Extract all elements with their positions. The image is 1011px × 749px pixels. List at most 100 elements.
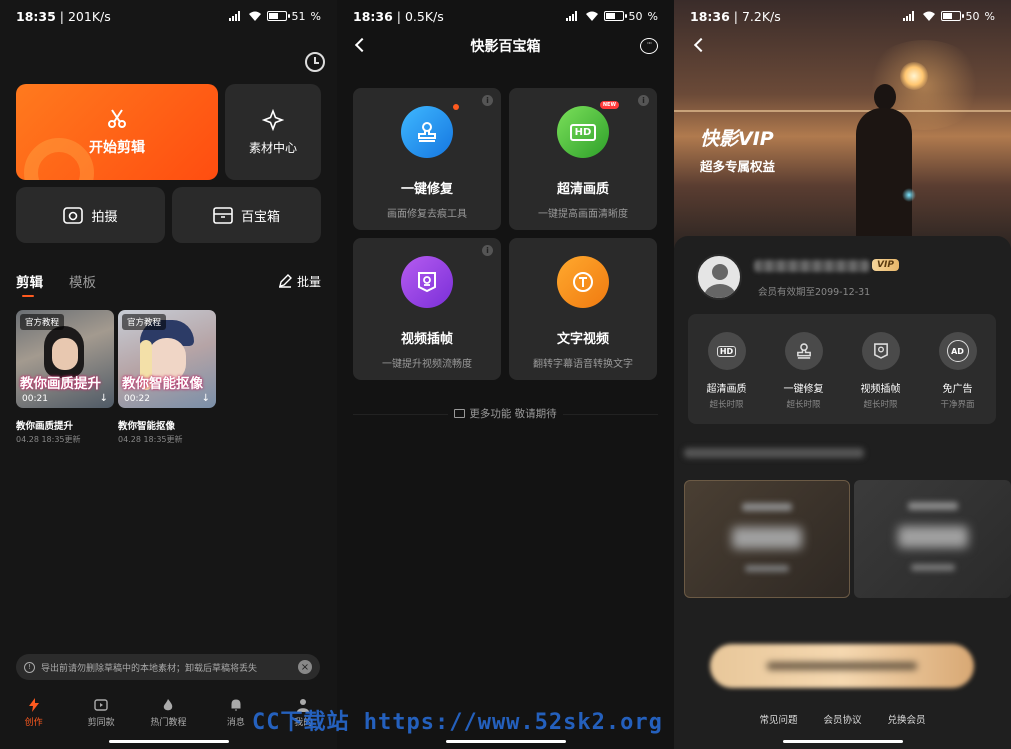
info-icon[interactable]: i (638, 95, 649, 106)
nav-create[interactable]: 创作 (4, 698, 64, 728)
video-overlay-text: 教你智能抠像 (122, 376, 203, 392)
tool-subtitle: 一键提升视频流畅度 (382, 359, 472, 370)
pay-button[interactable] (710, 644, 974, 688)
page-title: 快影百宝箱 (470, 39, 541, 55)
official-tutorial-tag: 官方教程 (122, 314, 167, 330)
perk-no-ads[interactable]: AD 免广告 干净界面 (923, 332, 993, 424)
clapper-icon (454, 409, 466, 418)
video-card-1[interactable]: 官方教程 教你画质提升 00:21 ↓ (16, 310, 114, 408)
info-icon[interactable]: i (482, 95, 493, 106)
tool-card-frame[interactable]: i 视频插帧 一键提升视频流畅度 (353, 238, 501, 380)
new-badge: NEW (599, 101, 619, 109)
tool-subtitle: 一键提高画面清晰度 (538, 209, 628, 220)
start-edit-label: 开始剪辑 (89, 140, 145, 156)
status-speed: 7.2K/s (741, 8, 781, 24)
chat-bubble-icon[interactable]: ··· (640, 38, 658, 54)
tool-subtitle: 画面修复去痕工具 (387, 209, 467, 220)
stamp-icon (784, 332, 823, 370)
download-icon[interactable]: ↓ (100, 393, 108, 404)
tool-title: 文字视频 (556, 332, 609, 347)
battery-level: 51 (291, 9, 306, 23)
tool-card-repair[interactable]: i 一键修复 画面修复去痕工具 (353, 88, 501, 230)
scissors-icon (108, 109, 126, 128)
video-clip-icon (94, 699, 108, 711)
tool-title: 视频插帧 (400, 332, 453, 347)
perk-label: 视频插帧 (860, 384, 901, 395)
tab-template[interactable]: 模板 (69, 271, 96, 291)
battery-level: 50 (965, 9, 980, 23)
portrait-face (52, 338, 78, 370)
perk-sub: 干净界面 (940, 400, 975, 410)
membership-expiry: 会员有效期至2099-12-31 (758, 287, 871, 298)
nav-create-label: 创作 (24, 718, 43, 728)
link-redeem[interactable]: 兑换会员 (888, 712, 926, 726)
status-bar: 18:36 | 0.5K/s 50% (353, 8, 658, 24)
lightning-icon (28, 698, 39, 712)
nav-same-style[interactable]: 剪同款 (71, 698, 131, 728)
perk-label: 一键修复 (783, 384, 824, 395)
history-clock-icon[interactable] (305, 52, 325, 72)
material-center-button[interactable]: 素材中心 (225, 84, 321, 180)
start-edit-button[interactable]: 开始剪辑 (16, 84, 218, 180)
signal-icon (565, 11, 580, 21)
toolbox-label: 百宝箱 (240, 209, 280, 225)
nav-hot-tutorial[interactable]: 热门教程 (138, 698, 198, 728)
lens-flare (902, 188, 916, 202)
wifi-icon (922, 11, 935, 21)
frame-interpolation-icon (861, 332, 900, 370)
batch-button[interactable]: 批量 (278, 273, 321, 290)
battery-icon (940, 11, 964, 21)
video-card-2[interactable]: 官方教程 教你智能抠像 00:22 ↓ (118, 310, 216, 408)
watermark: CC下载站 https://www.52sk2.org (252, 710, 663, 735)
frame-interpolation-icon (401, 256, 453, 308)
wifi-icon (585, 11, 598, 21)
avatar[interactable] (696, 254, 742, 300)
tab-edit[interactable]: 剪辑 (16, 271, 43, 297)
more-coming-text: 更多功能 敬请期待 (337, 406, 674, 421)
status-time: 18:35 (16, 8, 56, 24)
signal-icon (902, 11, 917, 21)
export-notice-bar: ! 导出前请勿删除草稿中的本地素材；卸载后草稿将丢失 × (16, 654, 320, 680)
bell-icon (231, 699, 241, 711)
home-indicator (445, 740, 566, 743)
toolbox-button[interactable]: 百宝箱 (172, 187, 321, 243)
status-bar: 18:36 | 7.2K/s 50% (690, 8, 995, 24)
perk-label: 免广告 (942, 384, 973, 395)
video-title-2: 教你智能抠像 (118, 421, 176, 432)
status-speed: 201K/s (67, 8, 111, 24)
sparkle-star-icon (262, 108, 284, 131)
no-ad-icon: AD (938, 332, 977, 370)
vip-hero-banner: 快影VIP 超多专属权益 (674, 0, 1011, 248)
perk-repair[interactable]: 一键修复 超长时限 (769, 332, 839, 424)
flame-icon (164, 699, 173, 711)
info-icon[interactable]: i (482, 245, 493, 256)
perk-sub: 超长时限 (709, 400, 744, 410)
info-icon: ! (24, 661, 35, 673)
pencil-icon (278, 274, 292, 288)
text-t-icon (557, 256, 609, 308)
link-faq[interactable]: 常见问题 (759, 712, 797, 726)
perk-hd[interactable]: HD 超清画质 超长时限 (692, 332, 762, 424)
silhouette-figure (852, 84, 914, 248)
material-center-label: 素材中心 (248, 140, 297, 155)
tool-title: 一键修复 (400, 182, 453, 197)
link-agreement[interactable]: 会员协议 (823, 712, 861, 726)
plan-card[interactable] (854, 480, 1011, 598)
shoot-label: 拍摄 (91, 209, 118, 225)
home-screen: 18:35 | 201K/s 51% 开始剪辑 素材中心 拍摄 百宝箱 剪辑 模… (0, 0, 337, 749)
close-icon[interactable]: × (298, 660, 312, 674)
plan-card-selected[interactable] (684, 480, 850, 598)
video-updated-2: 04.28 18:35更新 (118, 435, 183, 444)
tool-card-text-video[interactable]: 文字视频 翻转字幕语音转换文字 (509, 238, 657, 380)
stamp-icon (401, 106, 453, 158)
plans-heading-blurred (684, 448, 864, 458)
perk-frame[interactable]: 视频插帧 超长时限 (846, 332, 916, 424)
vip-screen: 快影VIP 超多专属权益 18:36 | 7.2K/s 50% VIP 会员有效… (674, 0, 1011, 749)
download-icon[interactable]: ↓ (202, 393, 210, 404)
wifi-icon (248, 11, 261, 21)
official-tutorial-tag: 官方教程 (20, 314, 65, 330)
tool-card-hd[interactable]: i NEW HD 超清画质 一键提高画面清晰度 (509, 88, 657, 230)
status-time: 18:36 (353, 8, 393, 24)
battery-icon (266, 11, 290, 21)
shoot-button[interactable]: 拍摄 (16, 187, 165, 243)
